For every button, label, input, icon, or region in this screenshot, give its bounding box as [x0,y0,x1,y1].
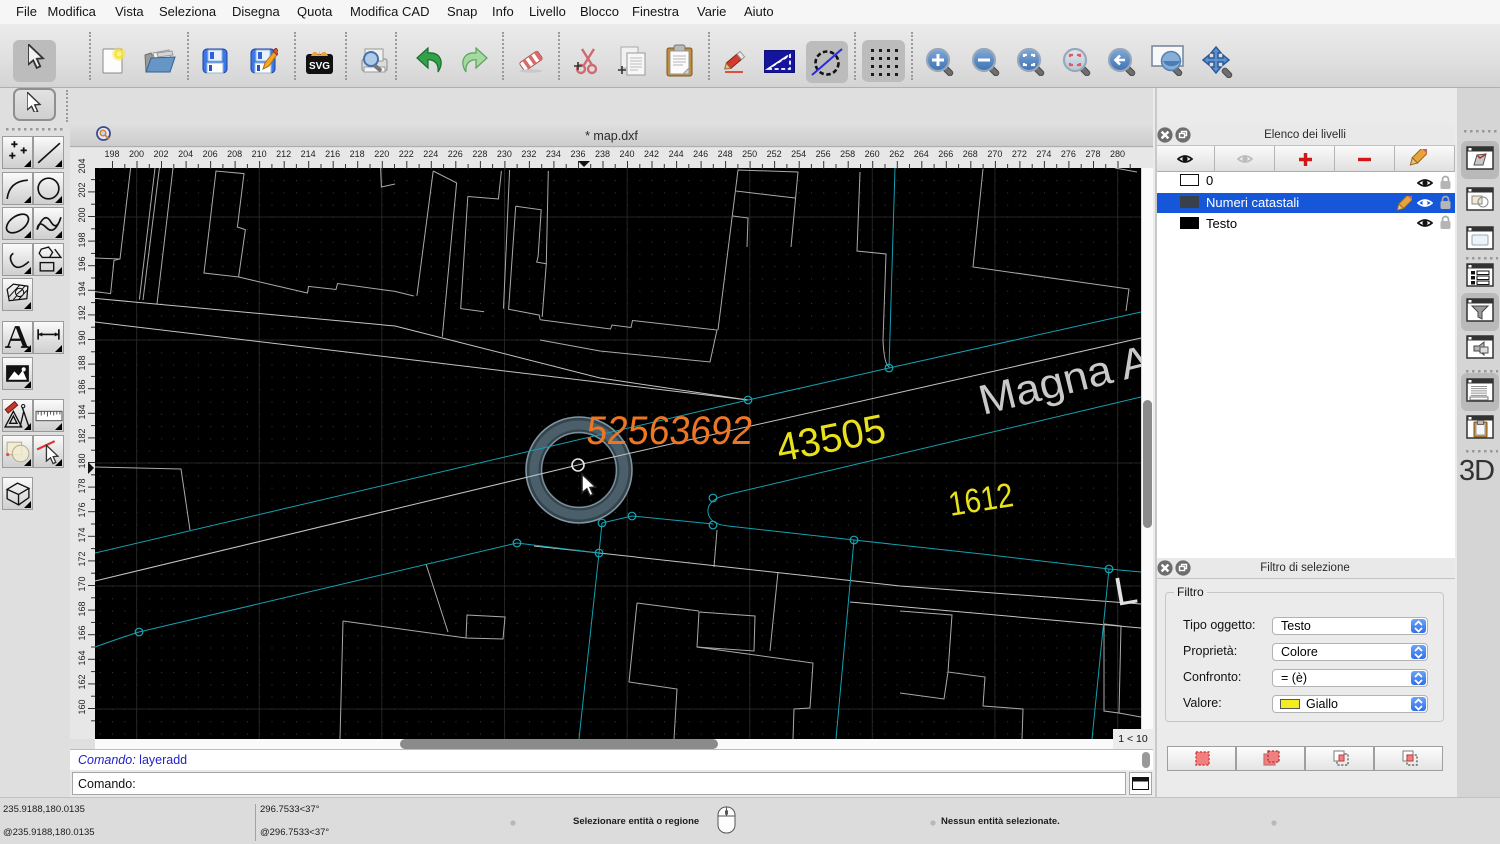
svg-text:SVG: SVG [309,61,330,72]
svg-text:52563692: 52563692 [584,409,755,453]
